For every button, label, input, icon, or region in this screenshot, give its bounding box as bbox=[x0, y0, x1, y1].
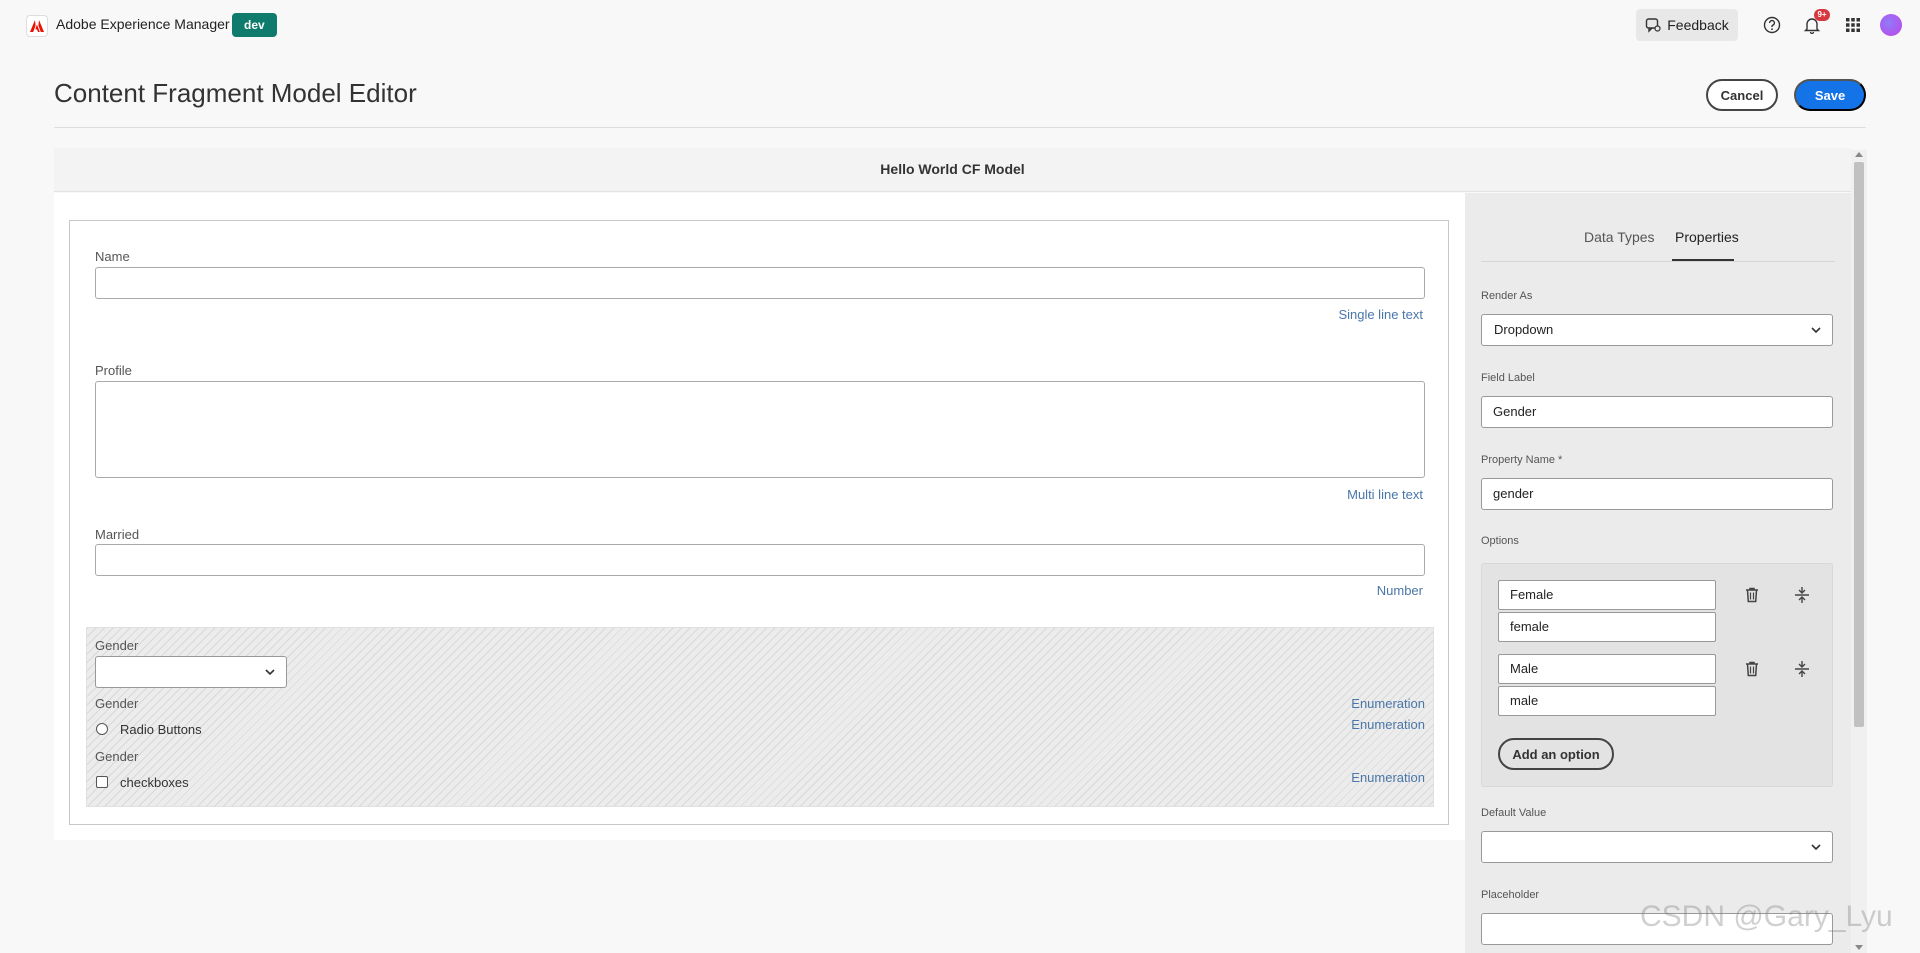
profile-field-label: Profile bbox=[95, 363, 132, 378]
notifications-count-badge: 9+ bbox=[1814, 9, 1830, 21]
chevron-down-icon bbox=[1811, 844, 1821, 851]
feedback-label: Feedback bbox=[1667, 17, 1729, 33]
property-name-label: Property Name * bbox=[1481, 454, 1563, 466]
feedback-button[interactable]: Feedback bbox=[1636, 9, 1738, 41]
radio-button[interactable] bbox=[96, 723, 108, 735]
option-value-input[interactable]: female bbox=[1498, 612, 1716, 642]
gender-radio-label: Gender bbox=[95, 696, 139, 711]
feedback-icon bbox=[1646, 18, 1661, 33]
help-icon[interactable] bbox=[1760, 13, 1784, 37]
model-title: Hello World CF Model bbox=[880, 161, 1025, 177]
notifications-bell-icon[interactable]: 9+ bbox=[1800, 9, 1830, 37]
properties-panel: Data Types Properties Render As Dropdown… bbox=[1465, 193, 1851, 953]
cancel-button[interactable]: Cancel bbox=[1706, 79, 1778, 111]
add-option-button[interactable]: Add an option bbox=[1498, 738, 1614, 770]
married-field-input[interactable] bbox=[95, 544, 1425, 576]
gender-checkbox-type: Enumeration bbox=[1351, 770, 1425, 785]
user-avatar[interactable] bbox=[1880, 14, 1902, 36]
delete-option-icon[interactable] bbox=[1742, 585, 1762, 605]
name-field-label: Name bbox=[95, 249, 130, 264]
render-as-label: Render As bbox=[1481, 290, 1533, 302]
page-title: Content Fragment Model Editor bbox=[54, 78, 417, 108]
tab-data-types[interactable]: Data Types bbox=[1584, 229, 1655, 245]
married-field-type: Number bbox=[1376, 583, 1423, 598]
option-label-input[interactable]: Male bbox=[1498, 654, 1716, 684]
options-list: Female female Male male Add an option bbox=[1481, 563, 1833, 787]
drag-handle-icon[interactable] bbox=[1792, 585, 1812, 605]
chevron-down-icon bbox=[265, 669, 275, 676]
adobe-logo-icon[interactable] bbox=[26, 15, 48, 37]
top-bar: Adobe Experience Manager dev Feedback 9+ bbox=[0, 0, 1920, 50]
gender-dropdown-label: Gender bbox=[95, 638, 139, 653]
placeholder-label: Placeholder bbox=[1481, 889, 1540, 901]
profile-field-textarea[interactable] bbox=[95, 381, 1425, 478]
checkbox-option-text: checkboxes bbox=[120, 775, 189, 790]
tab-properties[interactable]: Properties bbox=[1675, 229, 1739, 245]
option-value-input[interactable]: male bbox=[1498, 686, 1716, 716]
options-label: Options bbox=[1481, 535, 1519, 547]
render-as-value: Dropdown bbox=[1494, 322, 1554, 337]
watermark: CSDN @Gary_Lyu bbox=[1640, 900, 1893, 933]
chevron-down-icon bbox=[1811, 327, 1821, 334]
default-value-select[interactable] bbox=[1481, 831, 1833, 863]
gender-dropdown-type: Enumeration bbox=[1351, 696, 1425, 711]
scroll-up-arrow-icon[interactable] bbox=[1855, 152, 1863, 157]
default-value-label: Default Value bbox=[1481, 807, 1547, 819]
page-scrollbar[interactable] bbox=[1851, 150, 1867, 953]
gender-checkbox-label: Gender bbox=[95, 749, 139, 764]
field-label-input[interactable]: Gender bbox=[1481, 396, 1833, 428]
header-divider bbox=[54, 127, 1866, 128]
name-field-type: Single line text bbox=[1338, 307, 1423, 322]
model-title-bar: Hello World CF Model bbox=[54, 148, 1851, 192]
profile-field-type: Multi line text bbox=[1347, 487, 1423, 502]
gender-radio-type: Enumeration bbox=[1351, 717, 1425, 732]
fields-drop-area: Name Single line text Profile Multi line… bbox=[69, 220, 1449, 825]
drag-handle-icon[interactable] bbox=[1792, 659, 1812, 679]
selected-enumeration-field[interactable]: Gender Enumeration Gender Radio Buttons … bbox=[86, 627, 1434, 807]
scroll-down-arrow-icon[interactable] bbox=[1855, 945, 1863, 950]
app-name[interactable]: Adobe Experience Manager bbox=[56, 16, 230, 32]
radio-option-text: Radio Buttons bbox=[120, 722, 202, 737]
apps-grid-icon[interactable] bbox=[1841, 13, 1865, 37]
active-tab-indicator bbox=[1672, 259, 1734, 261]
delete-option-icon[interactable] bbox=[1742, 659, 1762, 679]
render-as-select[interactable]: Dropdown bbox=[1481, 314, 1833, 346]
save-button[interactable]: Save bbox=[1794, 79, 1866, 111]
property-name-input[interactable]: gender bbox=[1481, 478, 1833, 510]
tabs-divider bbox=[1481, 261, 1835, 262]
gender-dropdown[interactable] bbox=[95, 656, 287, 688]
checkbox[interactable] bbox=[96, 776, 108, 788]
model-canvas: Name Single line text Profile Multi line… bbox=[54, 193, 1465, 840]
married-field-label: Married bbox=[95, 527, 140, 542]
scroll-thumb[interactable] bbox=[1854, 162, 1864, 727]
field-label-label: Field Label bbox=[1481, 372, 1535, 384]
name-field-input[interactable] bbox=[95, 267, 1425, 299]
option-label-input[interactable]: Female bbox=[1498, 580, 1716, 610]
environment-badge: dev bbox=[232, 13, 277, 37]
